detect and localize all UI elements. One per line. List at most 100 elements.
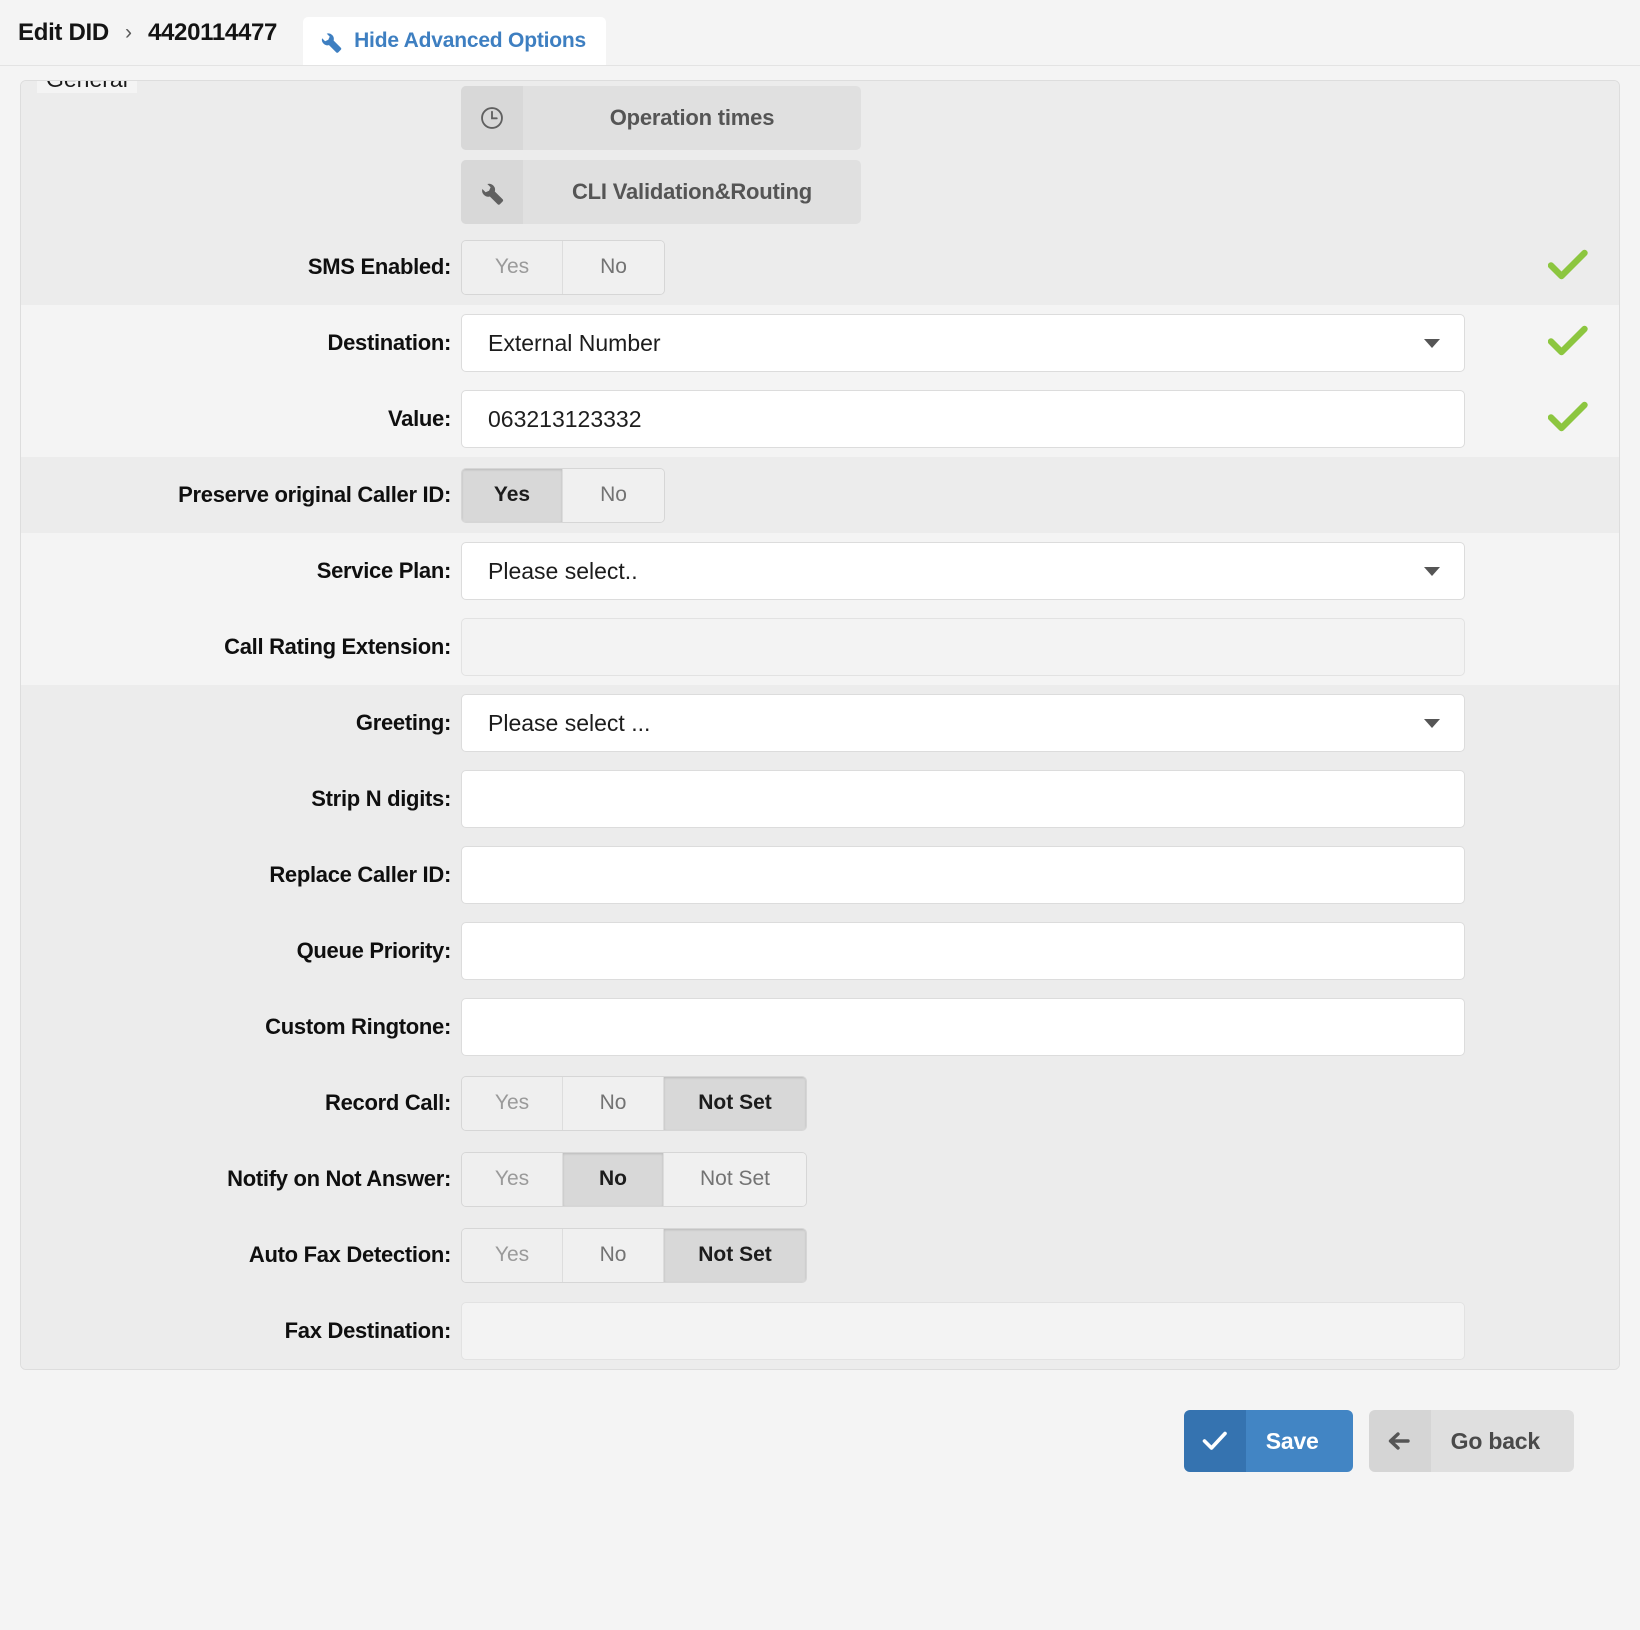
notify-on-not-answer-label: Notify on Not Answer: — [227, 1166, 451, 1191]
row-custom-ringtone: Custom Ringtone: — [21, 989, 1619, 1065]
auto-fax-detection-option-yes[interactable]: Yes — [462, 1228, 563, 1282]
check-icon — [1547, 401, 1588, 438]
cli-validation-routing-button[interactable]: CLI Validation&Routing — [461, 160, 861, 224]
greeting-select[interactable]: Please select ... — [461, 694, 1465, 752]
call-rating-extension-label: Call Rating Extension: — [224, 634, 451, 659]
strip-n-digits-input[interactable] — [488, 785, 1446, 813]
notify-on-not-answer-option-no[interactable]: No — [563, 1152, 664, 1206]
record-call-toggle[interactable]: Yes No Not Set — [461, 1075, 807, 1131]
row-group-4: Service Plan: Please select.. Call Ratin… — [21, 533, 1619, 685]
service-plan-select[interactable]: Please select.. — [461, 542, 1465, 600]
operation-times-button[interactable]: Operation times — [461, 86, 861, 150]
row-strip-n-digits: Strip N digits: — [21, 761, 1619, 837]
row-cli-validation: CLI Validation&Routing — [21, 155, 1619, 229]
record-call-label: Record Call: — [325, 1090, 451, 1115]
greeting-label: Greeting: — [355, 710, 451, 735]
row-value: Value: — [21, 381, 1619, 457]
strip-n-digits-label: Strip N digits: — [311, 786, 451, 811]
auto-fax-detection-toggle[interactable]: Yes No Not Set — [461, 1227, 807, 1283]
replace-caller-id-label: Replace Caller ID: — [269, 862, 451, 887]
breadcrumb-current: 4420114477 — [147, 18, 278, 46]
row-destination: Destination: External Number — [21, 305, 1619, 381]
check-icon — [1183, 1410, 1246, 1472]
record-call-option-not-set[interactable]: Not Set — [664, 1076, 806, 1130]
row-service-plan: Service Plan: Please select.. — [21, 533, 1619, 609]
row-fax-destination: Fax Destination: — [21, 1293, 1619, 1369]
cli-validation-routing-label: CLI Validation&Routing — [571, 179, 813, 204]
call-rating-extension-input — [488, 633, 1446, 661]
auto-fax-detection-option-no[interactable]: No — [563, 1228, 664, 1282]
breadcrumb-root[interactable]: Edit DID — [18, 19, 109, 47]
fax-destination-input-wrap — [461, 1302, 1465, 1360]
auto-fax-detection-label: Auto Fax Detection: — [248, 1242, 451, 1267]
form-area: General Operation — [0, 66, 1640, 1370]
preserve-caller-id-option-no[interactable]: No — [563, 468, 664, 522]
value-input-wrap[interactable] — [461, 390, 1465, 448]
wrench-icon — [461, 160, 523, 224]
go-back-button[interactable]: Go back — [1368, 1410, 1574, 1472]
value-label: Value: — [387, 406, 451, 431]
sms-enabled-valid-icon-wrap — [1517, 249, 1619, 286]
destination-select[interactable]: External Number — [461, 314, 1465, 372]
custom-ringtone-input-wrap[interactable] — [461, 998, 1465, 1056]
notify-on-not-answer-option-yes[interactable]: Yes — [462, 1152, 563, 1206]
go-back-button-label: Go back — [1430, 1410, 1574, 1472]
sms-enabled-label: SMS Enabled: — [307, 254, 451, 279]
sms-enabled-option-yes[interactable]: Yes — [462, 240, 563, 294]
fax-destination-input — [488, 1317, 1446, 1345]
replace-caller-id-input[interactable] — [488, 861, 1446, 889]
general-fieldset: General Operation — [20, 80, 1620, 1370]
operation-times-label: Operation times — [609, 105, 775, 130]
row-replace-caller-id: Replace Caller ID: — [21, 837, 1619, 913]
destination-value: External Number — [488, 329, 661, 356]
row-queue-priority: Queue Priority: — [21, 913, 1619, 989]
form-footer: Save Go back — [0, 1370, 1640, 1472]
destination-valid-icon-wrap — [1517, 325, 1619, 362]
value-input[interactable] — [488, 405, 1446, 433]
breadcrumb-bar: Edit DID › 4420114477 Hide Advanced Opti… — [0, 0, 1640, 66]
service-plan-label: Service Plan: — [316, 558, 452, 583]
chevron-down-icon — [1424, 566, 1440, 576]
row-auto-fax-detection: Auto Fax Detection: Yes No Not Set — [21, 1217, 1619, 1293]
arrow-left-icon — [1368, 1410, 1431, 1472]
queue-priority-label: Queue Priority: — [296, 938, 452, 963]
strip-n-digits-input-wrap[interactable] — [461, 770, 1465, 828]
row-operation-times: Operation times — [21, 81, 1619, 155]
record-call-option-yes[interactable]: Yes — [462, 1076, 563, 1130]
clock-icon — [461, 86, 523, 150]
destination-label: Destination: — [327, 330, 451, 355]
replace-caller-id-input-wrap[interactable] — [461, 846, 1465, 904]
chevron-down-icon — [1424, 338, 1440, 348]
sms-enabled-toggle[interactable]: Yes No — [461, 239, 665, 295]
wrench-icon — [319, 29, 343, 53]
notify-on-not-answer-option-not-set[interactable]: Not Set — [664, 1152, 806, 1206]
fieldset-legend: General — [37, 81, 137, 93]
row-call-rating-extension: Call Rating Extension: — [21, 609, 1619, 685]
row-group-3: Preserve original Caller ID: Yes No — [21, 457, 1619, 533]
hide-advanced-options-label: Hide Advanced Options — [354, 29, 586, 52]
row-sms-enabled: SMS Enabled: Yes No — [21, 229, 1619, 305]
preserve-caller-id-label: Preserve original Caller ID: — [178, 482, 451, 507]
queue-priority-input[interactable] — [488, 937, 1446, 965]
check-icon — [1547, 325, 1588, 362]
save-button[interactable]: Save — [1183, 1410, 1353, 1472]
value-valid-icon-wrap — [1517, 401, 1619, 438]
row-group-5: Greeting: Please select ... Strip N digi… — [21, 685, 1619, 1369]
queue-priority-input-wrap[interactable] — [461, 922, 1465, 980]
sms-enabled-option-no[interactable]: No — [563, 240, 664, 294]
check-icon — [1547, 249, 1588, 286]
preserve-caller-id-option-yes[interactable]: Yes — [462, 468, 563, 522]
row-group-1: Operation times CLI Validation&Routing S… — [21, 81, 1619, 305]
chevron-down-icon — [1424, 718, 1440, 728]
row-greeting: Greeting: Please select ... — [21, 685, 1619, 761]
row-preserve-caller-id: Preserve original Caller ID: Yes No — [21, 457, 1619, 533]
record-call-option-no[interactable]: No — [563, 1076, 664, 1130]
auto-fax-detection-option-not-set[interactable]: Not Set — [664, 1228, 806, 1282]
notify-on-not-answer-toggle[interactable]: Yes No Not Set — [461, 1151, 807, 1207]
preserve-caller-id-toggle[interactable]: Yes No — [461, 467, 665, 523]
hide-advanced-options-button[interactable]: Hide Advanced Options — [303, 17, 606, 65]
call-rating-extension-input-wrap — [461, 618, 1465, 676]
custom-ringtone-input[interactable] — [488, 1013, 1446, 1041]
save-button-label: Save — [1245, 1410, 1353, 1472]
greeting-value: Please select ... — [488, 709, 651, 736]
